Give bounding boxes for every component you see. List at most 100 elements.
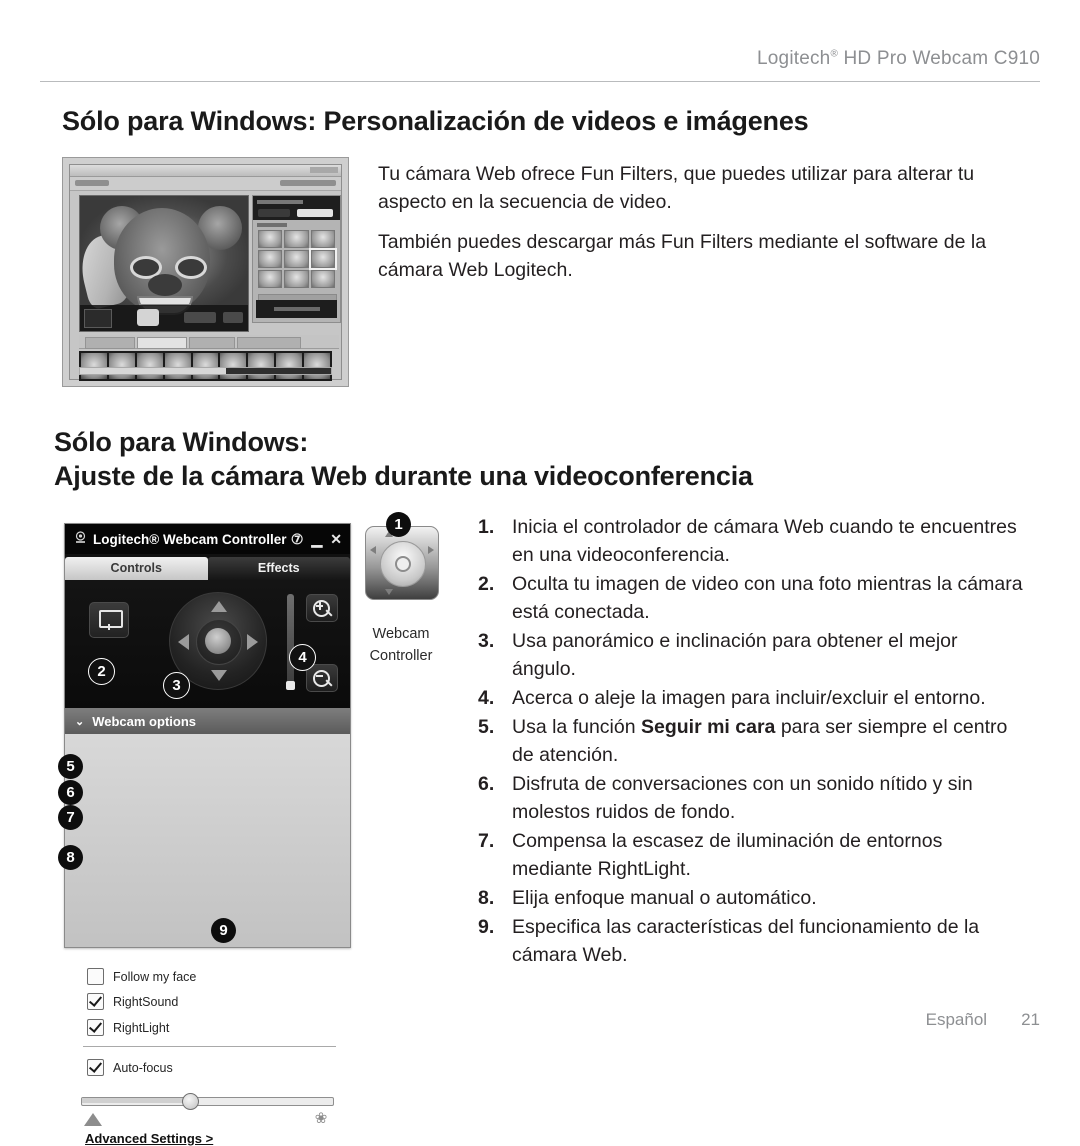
avatar-thumb-selected: [308, 248, 338, 270]
checkbox-box[interactable]: [87, 968, 104, 985]
dpad-center-knob[interactable]: [205, 628, 231, 654]
screenshot-window: [69, 164, 342, 381]
checkbox-box[interactable]: [87, 993, 104, 1010]
registered-mark-icon: ®: [830, 48, 839, 60]
filmstrip-thumb: [220, 353, 247, 379]
zoom-in-button[interactable]: [306, 594, 338, 622]
screenshot-tabbar: [79, 335, 339, 349]
tab-effects[interactable]: Effects: [207, 557, 350, 580]
plus-v-icon: [319, 602, 321, 610]
callout-3: 3: [163, 672, 190, 699]
section-one-heading: Sólo para Windows: Personalización de vi…: [62, 106, 809, 136]
filters-panel: [252, 195, 341, 323]
zoom-in-icon: [313, 600, 330, 617]
toolbar-left-icon: [75, 180, 109, 186]
screen-icon: [99, 610, 123, 628]
webcam-controller-desktop-icon[interactable]: [365, 526, 439, 600]
instruction-step: 9. Especifica las características del fun…: [478, 913, 1023, 969]
dpad-right-icon[interactable]: [247, 634, 258, 650]
advanced-settings-link[interactable]: Advanced Settings >: [85, 1131, 213, 1146]
instruction-step: 8. Elija enfoque manual o automático.: [478, 884, 1023, 912]
panel-label: [257, 223, 287, 227]
callout-5: 5: [58, 754, 83, 779]
thumbnail-filmstrip: [79, 351, 332, 381]
minimize-icon[interactable]: ▁: [311, 532, 322, 546]
zoom-slider[interactable]: [286, 594, 295, 690]
webcam-options-body: Follow my face RightSound RightLight Aut…: [65, 734, 350, 1146]
minus-icon: [316, 675, 323, 677]
panel-button-one: [258, 209, 290, 217]
help-icon[interactable]: ⑦: [291, 532, 304, 546]
section-two-heading-line2: Ajuste de la cámara Web durante una vide…: [54, 461, 753, 491]
panel-action-label: [274, 307, 320, 311]
hide-video-photo-button[interactable]: [89, 602, 129, 638]
desktop-icon-label-line2: Controller: [369, 648, 433, 664]
instruction-step: 1. Inicia el controlador de cámara Web cu…: [478, 513, 1023, 569]
focus-slider[interactable]: [81, 1093, 334, 1110]
header-divider: [40, 81, 1040, 82]
step-text: Elija enfoque manual o automático.: [512, 887, 817, 909]
panel-title-bar: [257, 200, 303, 204]
filmstrip-thumb: [248, 353, 275, 379]
footer-language: Español: [925, 1010, 988, 1029]
manual-page: Logitech® HD Pro Webcam C910 Sólo para W…: [0, 0, 1080, 1146]
close-icon[interactable]: ✕: [330, 532, 342, 546]
footer-page-number: 21: [1021, 1010, 1040, 1029]
avatar-thumb: [284, 270, 309, 288]
dpad-up-icon[interactable]: [211, 601, 227, 612]
checkbox-auto-focus[interactable]: Auto-focus: [87, 1059, 173, 1076]
header-brand: Logitech: [757, 48, 831, 69]
avatar-thumb: [258, 250, 283, 268]
webcam-software-screenshot: [62, 157, 349, 387]
dpad-glyph-icon: [380, 541, 426, 587]
callout-7: 7: [58, 805, 83, 830]
step-text: Compensa la escasez de iluminación de en…: [512, 830, 943, 880]
filmstrip-thumb: [108, 353, 135, 379]
step-text: Especifica las características del funci…: [512, 916, 980, 966]
koala-eye-right: [175, 256, 207, 279]
checkbox-rightsound[interactable]: RightSound: [87, 993, 178, 1010]
step-number: 6.: [478, 773, 495, 795]
screenshot-titlebar: [70, 165, 341, 177]
zoom-out-button[interactable]: [306, 664, 338, 692]
landscape-icon: [84, 1112, 104, 1126]
filmstrip-thumb: [81, 353, 107, 379]
webcam-controller-window: Logitech® Webcam Controller ⑦ ▁ ✕ Contro…: [64, 523, 351, 1146]
instruction-step: 7. Compensa la escasez de iluminación de …: [478, 827, 1023, 883]
callout-4: 4: [289, 644, 316, 671]
desktop-icon-label-line1: Webcam: [372, 626, 430, 642]
webcam-icon: [74, 531, 87, 547]
dpad-down-icon[interactable]: [211, 670, 227, 681]
chevron-down-icon[interactable]: ⌄: [75, 715, 84, 728]
tab-controls[interactable]: Controls: [65, 557, 208, 580]
webcam-options-header[interactable]: ⌄ Webcam options: [65, 708, 350, 734]
focus-slider-fill: [82, 1098, 184, 1103]
zoom-slider-handle[interactable]: [286, 681, 295, 690]
record-thumb-icon: [84, 309, 112, 328]
section-one-paragraph-1: Tu cámara Web ofrece Fun Filters, que pu…: [378, 163, 975, 213]
screen-stand-icon: [108, 624, 110, 630]
instruction-step: 3. Usa panorámico e inclinación para obte…: [478, 627, 1023, 683]
screenshot-scrollbar: [79, 367, 332, 375]
avatar-thumb: [284, 250, 309, 268]
section-two-heading-line1: Sólo para Windows:: [54, 427, 309, 457]
koala-nose: [148, 274, 182, 296]
checkbox-follow-my-face[interactable]: Follow my face: [87, 968, 196, 985]
dpad-left-icon[interactable]: [178, 634, 189, 650]
desktop-icon-right-arrow: [428, 546, 434, 554]
avatar-thumb: [310, 270, 335, 288]
step-number: 9.: [478, 916, 495, 938]
step-number: 3.: [478, 630, 495, 652]
callout-6: 6: [58, 780, 83, 805]
shot-tab-one: [85, 337, 135, 349]
filmstrip-thumb: [276, 353, 303, 379]
filmstrip-thumb: [304, 353, 331, 379]
checkbox-box[interactable]: [87, 1059, 104, 1076]
step-emphasis: Seguir mi cara: [641, 716, 776, 738]
section-one-paragraph-2: También puedes descargar más Fun Filters…: [378, 231, 987, 281]
step-number: 7.: [478, 830, 495, 852]
filters-panel-header: [253, 196, 340, 220]
focus-slider-handle[interactable]: [182, 1093, 200, 1110]
wc-title-text: Logitech® Webcam Controller: [93, 531, 287, 547]
dpad-glyph-center: [395, 556, 411, 572]
